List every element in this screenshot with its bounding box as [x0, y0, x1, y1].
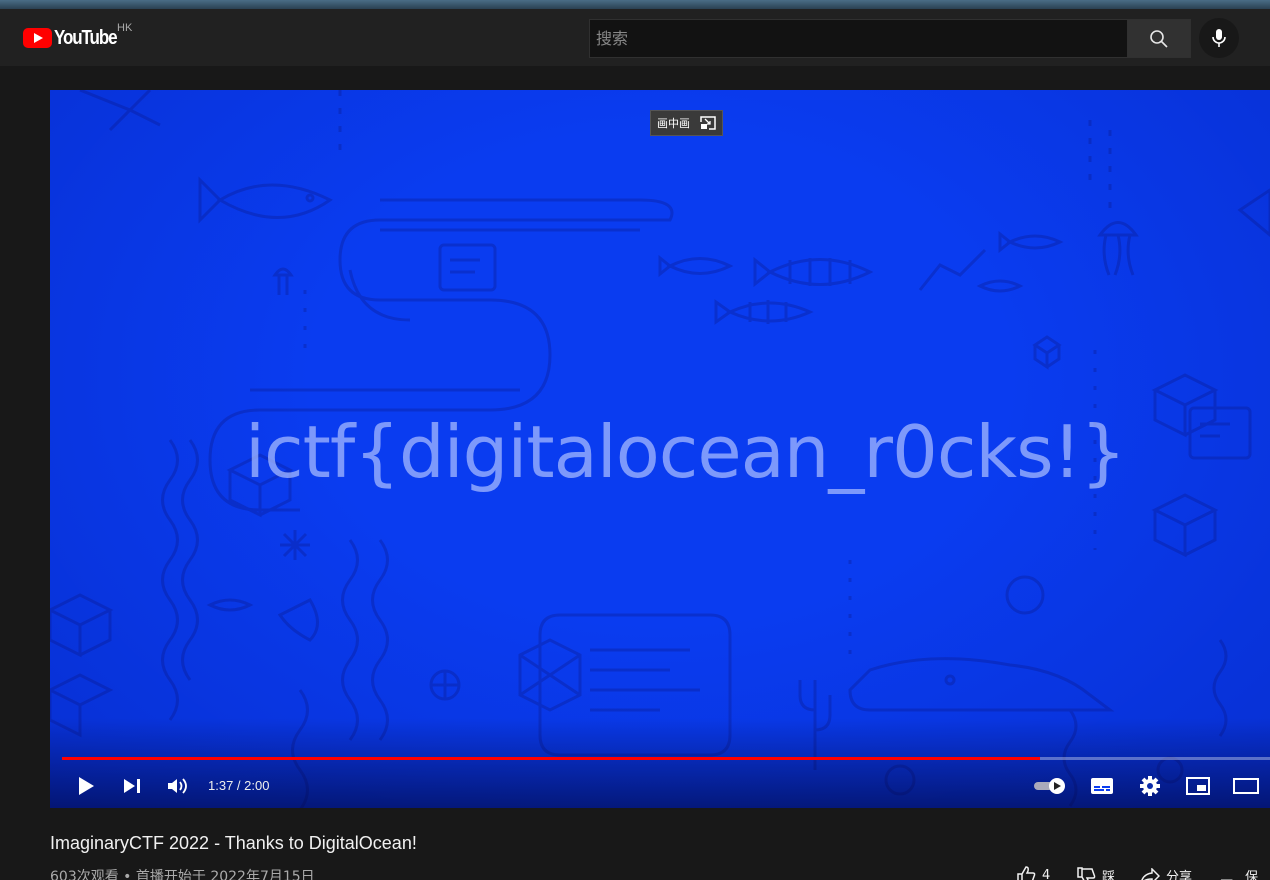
video-player[interactable]: ictf{digitalocean_r0cks!} 画中画 1:37 / 2:0… — [50, 90, 1270, 808]
microphone-icon — [1212, 29, 1226, 47]
progress-bar[interactable] — [62, 757, 1270, 760]
youtube-logo[interactable]: YouTube — [23, 27, 127, 49]
voice-search-button[interactable] — [1199, 18, 1239, 58]
next-icon — [124, 779, 140, 793]
share-label: 分享 — [1166, 870, 1193, 880]
youtube-play-logo-icon — [23, 28, 52, 48]
search-icon — [1150, 29, 1168, 48]
play-icon — [79, 777, 94, 795]
volume-icon — [168, 778, 187, 794]
country-code: HK — [117, 22, 133, 34]
like-count: 4 — [1042, 867, 1051, 880]
subtitles-button[interactable] — [1088, 772, 1116, 800]
dislike-button[interactable]: 踩 — [1076, 866, 1115, 880]
search-box — [589, 19, 1128, 58]
subtitles-icon — [1091, 778, 1113, 794]
thumbs-up-icon — [1017, 866, 1036, 880]
save-button[interactable]: 保存 — [1220, 866, 1270, 880]
settings-button[interactable] — [1136, 772, 1164, 800]
next-button[interactable] — [118, 772, 146, 800]
thumbs-down-icon — [1077, 866, 1096, 880]
share-icon — [1140, 867, 1160, 880]
theater-mode-button[interactable] — [1232, 772, 1260, 800]
video-frame-text: ictf{digitalocean_r0cks!} — [245, 410, 1126, 494]
search-input[interactable] — [590, 20, 1128, 57]
miniplayer-icon — [1186, 777, 1210, 795]
time-display: 1:37 / 2:00 — [208, 778, 270, 793]
gear-icon — [1140, 776, 1160, 796]
masthead: YouTube HK — [0, 9, 1270, 66]
mute-button[interactable] — [164, 772, 192, 800]
picture-in-picture-tooltip[interactable]: 画中画 — [650, 110, 723, 136]
dislike-label: 踩 — [1102, 870, 1116, 880]
search-button[interactable] — [1127, 19, 1191, 58]
like-button[interactable]: 4 — [1016, 866, 1050, 880]
play-button[interactable] — [72, 772, 100, 800]
logo-text: YouTube — [54, 26, 118, 49]
os-title-strip — [0, 0, 1270, 9]
controls-gradient — [50, 718, 1270, 808]
save-label: 保存 — [1245, 870, 1259, 880]
autoplay-icon — [1034, 778, 1065, 794]
video-meta: 603次观看 • 首播开始于 2022年7月15日 — [50, 869, 315, 880]
progress-bar-played — [62, 757, 1041, 760]
theater-mode-icon — [1233, 778, 1259, 794]
exit-pip-icon — [700, 116, 716, 130]
share-button[interactable]: 分享 — [1140, 866, 1192, 880]
miniplayer-button[interactable] — [1184, 772, 1212, 800]
autoplay-toggle[interactable] — [1032, 772, 1068, 800]
pip-tooltip-label: 画中画 — [657, 117, 690, 130]
video-title: ImaginaryCTF 2022 - Thanks to DigitalOce… — [50, 833, 417, 853]
